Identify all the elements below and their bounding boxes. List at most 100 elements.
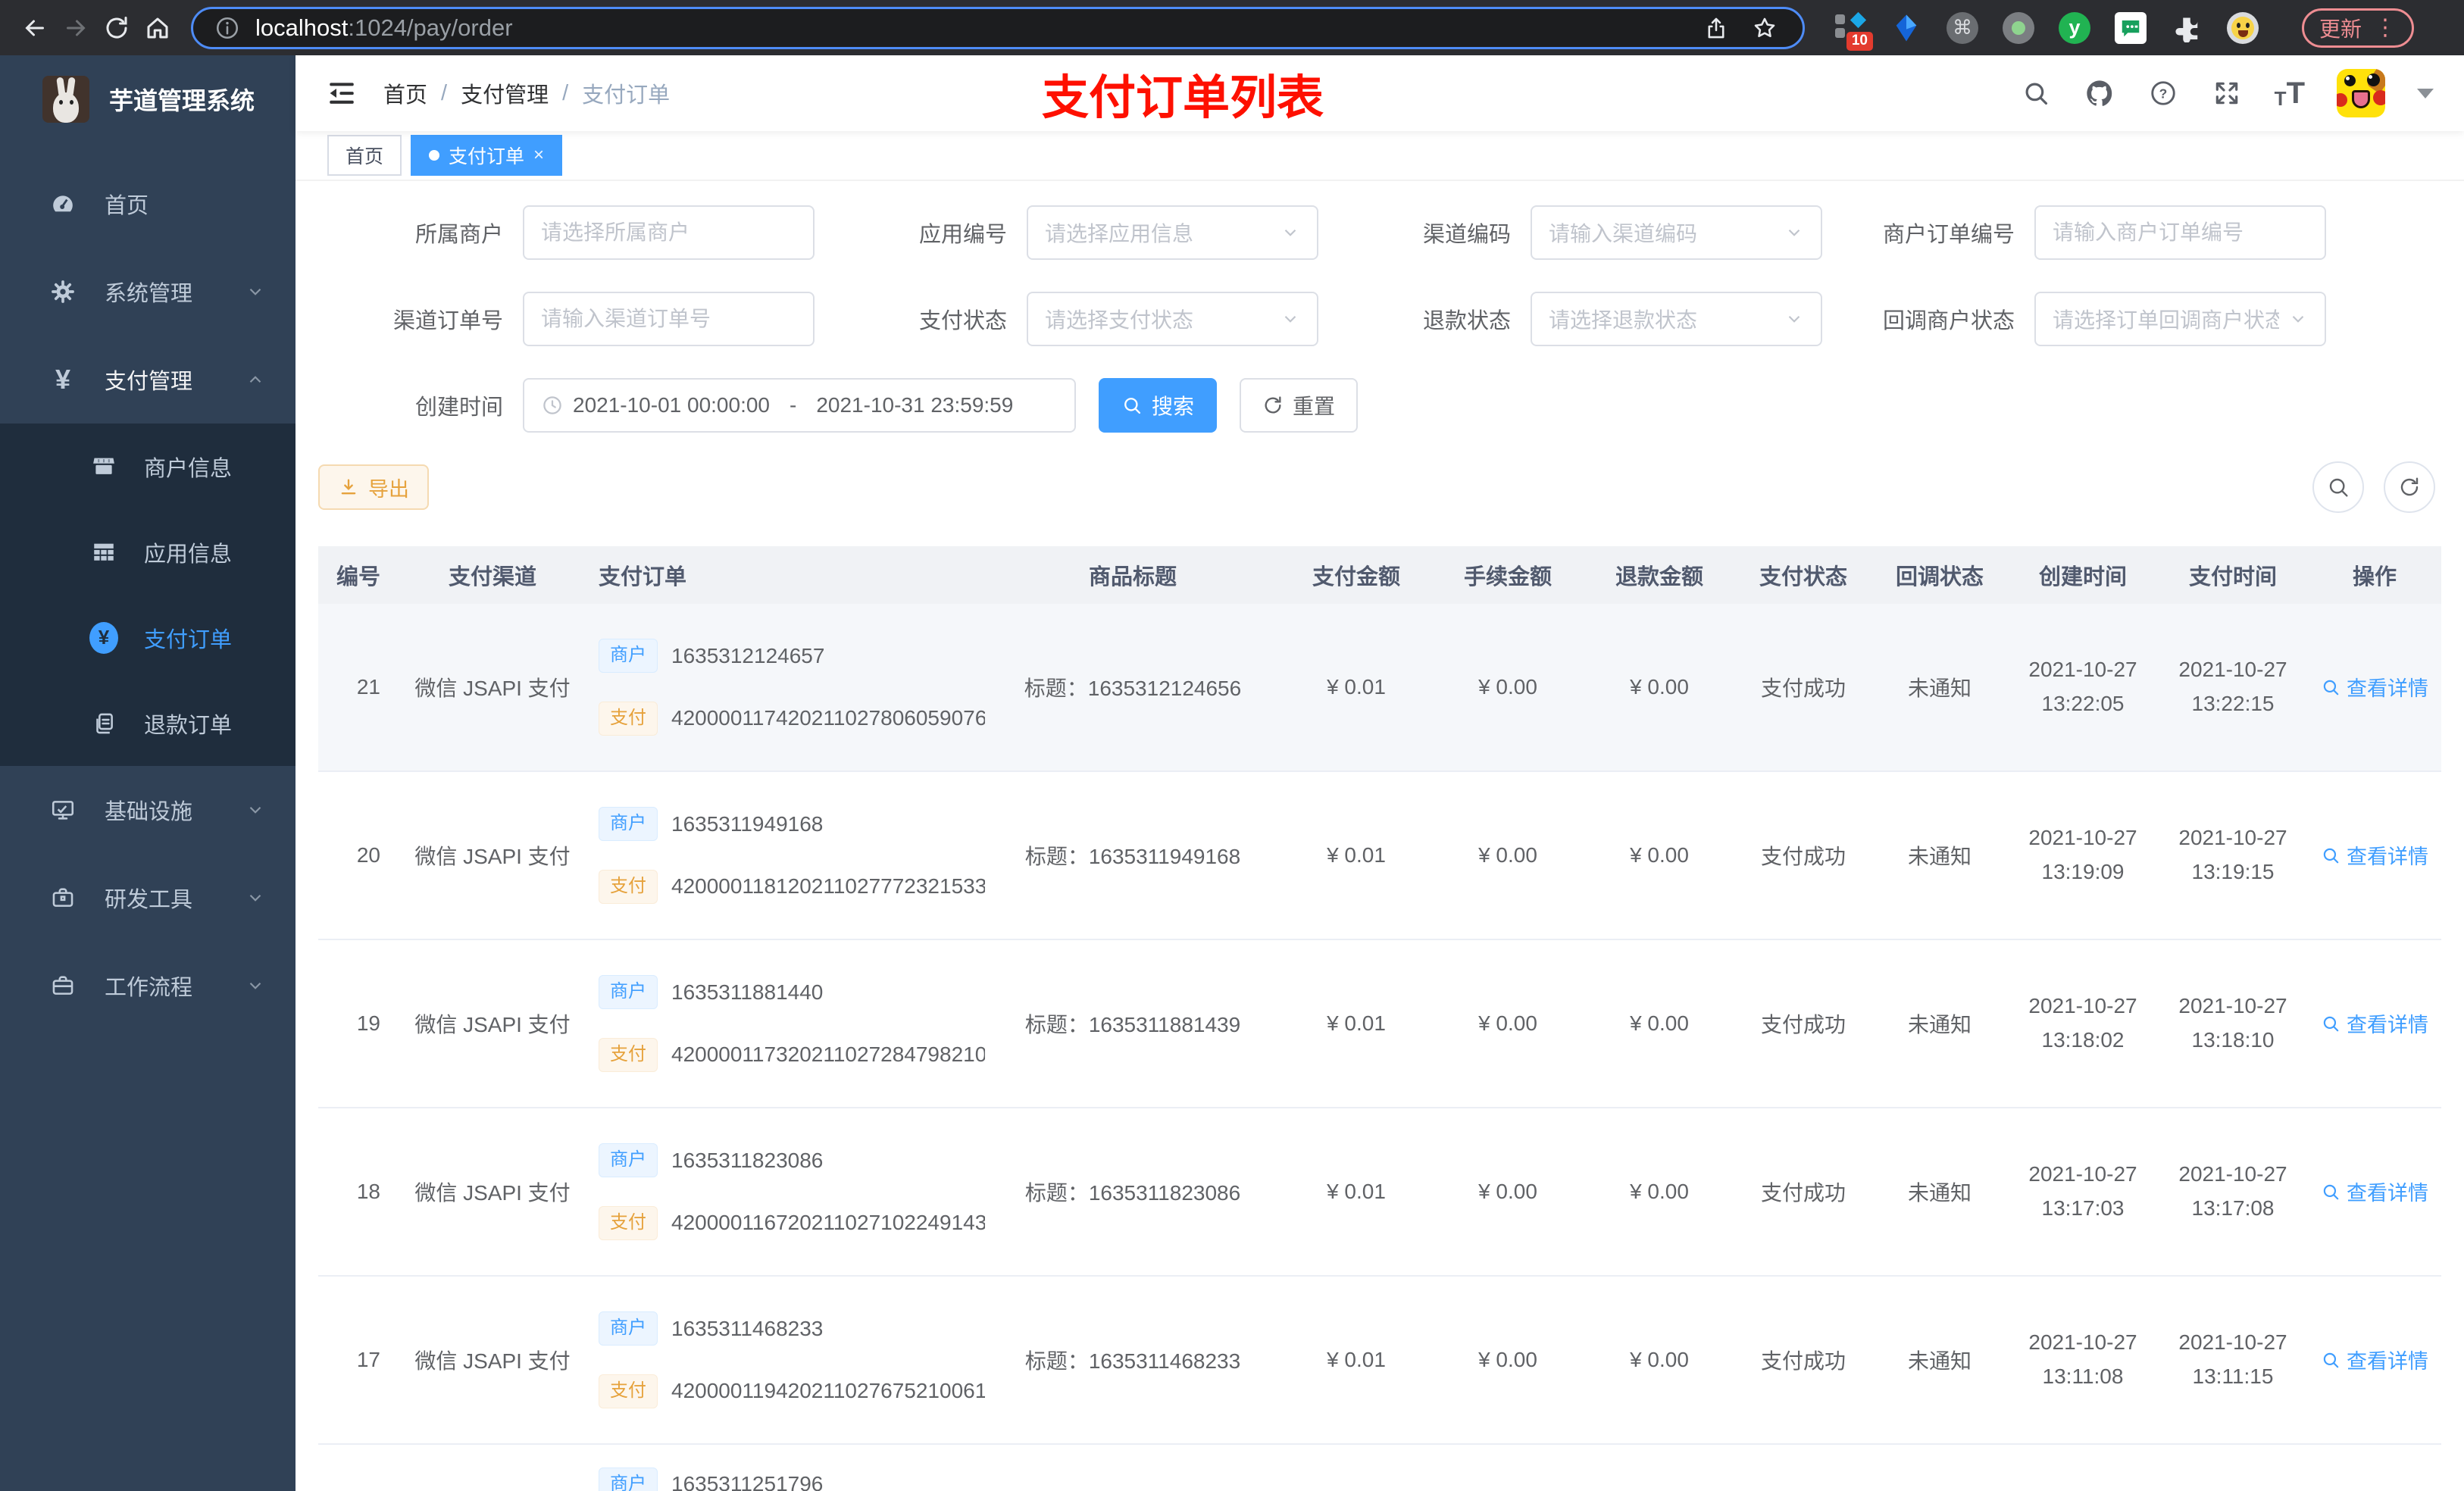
site-info-icon[interactable] <box>214 15 240 41</box>
avatar-caret-icon[interactable] <box>2417 88 2434 98</box>
cell-fee: ¥ 0.00 <box>1478 843 1537 867</box>
extension-command-icon[interactable]: ⌘ <box>1946 11 1979 45</box>
channel-order-no-input[interactable] <box>541 307 796 331</box>
profile-emoji-icon[interactable] <box>2226 11 2259 45</box>
extension-pinned-icon[interactable]: 10 <box>1834 11 1873 51</box>
pay-tag: 支付 <box>599 702 658 736</box>
export-button[interactable]: 导出 <box>318 464 429 510</box>
app-filter-select[interactable]: 请选择应用信息 <box>1027 205 1318 260</box>
cell-paid: 2021-10-27 13:11:15 <box>2178 1330 2287 1388</box>
yen-icon: ¥ <box>55 364 71 395</box>
sidebar-collapse-icon[interactable] <box>326 77 358 109</box>
cell-notify: 未通知 <box>1907 1181 1972 1205</box>
view-detail-link[interactable]: 查看详情 <box>2321 1345 2428 1374</box>
extension-kite-icon[interactable] <box>1890 11 1923 45</box>
chevron-down-icon <box>1280 309 1300 329</box>
table-search-toggle-button[interactable] <box>2312 461 2364 513</box>
fullscreen-icon[interactable] <box>2211 77 2243 109</box>
extension-chat-icon[interactable] <box>2114 11 2147 45</box>
order-number: 4200001194202110276752100612 <box>671 1379 985 1403</box>
notify-status-select[interactable]: 请选择订单回调商户状态 <box>2034 292 2326 346</box>
cell-fee: ¥ 0.00 <box>1478 675 1537 699</box>
sidebar-item-system[interactable]: 系统管理 <box>0 248 295 336</box>
cell-fee: ¥ 0.00 <box>1478 1180 1537 1203</box>
sidebar-item-infra[interactable]: 基础设施 <box>0 766 295 854</box>
chevron-down-icon <box>1784 309 1804 329</box>
extension-y-icon[interactable]: y <box>2058 11 2091 45</box>
sidebar-item-pay-order[interactable]: ¥ 支付订单 <box>0 595 295 680</box>
url-text[interactable]: localhost:1024/pay/order <box>255 14 513 42</box>
view-detail-link[interactable]: 查看详情 <box>2321 1008 2428 1038</box>
breadcrumb-home[interactable]: 首页 <box>383 77 427 109</box>
pay-status-select[interactable]: 请选择支付状态 <box>1027 292 1318 346</box>
date-range-input[interactable]: 2021-10-01 00:00:00 - 2021-10-31 23:59:5… <box>523 378 1076 433</box>
cell-notify: 未通知 <box>1907 1013 1972 1036</box>
extension-dot-icon[interactable] <box>2002 11 2035 45</box>
breadcrumb: 首页 / 支付管理 / 支付订单 <box>383 77 670 109</box>
sidebar-item-workflow[interactable]: 工作流程 <box>0 942 295 1030</box>
address-bar[interactable]: localhost:1024/pay/order <box>191 6 1805 49</box>
cell-order-no: 商户 1635312124657 支付 42000011742021102780605… <box>583 639 985 736</box>
cell-order-no: 商户 1635311468233 支付 42000011942021102767521… <box>583 1311 985 1408</box>
cell-status: 支付成功 <box>1760 677 1846 700</box>
cell-amount: ¥ 0.01 <box>1327 1011 1386 1035</box>
tab-close-icon[interactable]: × <box>533 145 544 166</box>
cell-channel: 微信 JSAPI 支付 <box>414 1349 571 1373</box>
extensions-puzzle-icon[interactable] <box>2170 11 2203 45</box>
refund-status-select[interactable]: 请选择退款状态 <box>1531 292 1822 346</box>
reset-button[interactable]: 重置 <box>1240 378 1359 433</box>
pay-submenu: 商户信息 应用信息 ¥ 支付订单 退款订单 <box>0 424 295 766</box>
sidebar-item-home[interactable]: 首页 <box>0 160 295 248</box>
sidebar-item-pay[interactable]: ¥ 支付管理 <box>0 336 295 424</box>
github-icon[interactable] <box>2084 77 2115 109</box>
chevron-down-icon <box>249 982 261 989</box>
order-number: 4200001167202110271022491439 <box>671 1211 985 1235</box>
channel-code-select[interactable]: 请输入渠道编码 <box>1531 205 1822 260</box>
breadcrumb-section[interactable]: 支付管理 <box>461 77 549 109</box>
column-header: 支付金额 <box>1312 565 1400 589</box>
breadcrumb-current: 支付订单 <box>582 83 671 108</box>
column-header: 商品标题 <box>1088 565 1177 589</box>
merchant-filter-input[interactable] <box>541 220 796 245</box>
filter-label: 支付状态 <box>918 309 1007 333</box>
tab-pay-order[interactable]: 支付订单 × <box>411 135 563 176</box>
merchant-tag: 商户 <box>599 1143 658 1177</box>
view-detail-link[interactable]: 查看详情 <box>2321 840 2428 870</box>
chevron-down-icon <box>249 288 261 295</box>
browser-menu-icon[interactable]: ⋮ <box>2374 14 2397 41</box>
bookmark-star-icon[interactable] <box>1748 11 1781 45</box>
store-icon <box>89 454 118 480</box>
browser-home-icon[interactable] <box>141 11 174 45</box>
browser-reload-icon[interactable] <box>100 11 133 45</box>
font-size-icon[interactable]: TT <box>2275 78 2305 108</box>
search-button[interactable]: 搜索 <box>1099 378 1218 433</box>
column-header: 支付渠道 <box>448 565 536 589</box>
column-header: 支付时间 <box>2188 565 2277 589</box>
share-icon[interactable] <box>1699 11 1733 45</box>
view-detail-link[interactable]: 查看详情 <box>2321 672 2428 702</box>
header-search-icon[interactable] <box>2020 77 2052 109</box>
column-header: 退款金额 <box>1615 565 1703 589</box>
cell-id <box>318 1445 402 1468</box>
cell-amount: ¥ 0.01 <box>1327 675 1386 699</box>
filter-label: 应用编号 <box>918 223 1007 247</box>
column-header: 支付状态 <box>1759 565 1847 589</box>
user-avatar[interactable] <box>2337 69 2385 117</box>
app-logo-row[interactable]: 芋道管理系统 <box>0 55 295 143</box>
monitor-icon <box>48 797 77 823</box>
view-detail-link[interactable]: 查看详情 <box>2321 1177 2428 1206</box>
help-icon[interactable]: ? <box>2147 77 2179 109</box>
browser-update-button[interactable]: 更新 ⋮ <box>2302 8 2415 48</box>
sidebar-item-dev-tools[interactable]: 研发工具 <box>0 854 295 942</box>
cell-fee: ¥ 0.00 <box>1478 1011 1537 1035</box>
sidebar-item-refund-order[interactable]: 退款订单 <box>0 680 295 766</box>
sidebar-item-app-info[interactable]: 应用信息 <box>0 509 295 595</box>
browser-forward-icon[interactable] <box>59 11 92 45</box>
sidebar-item-merchant-info[interactable]: 商户信息 <box>0 424 295 509</box>
page-annotation: 支付订单列表 <box>1042 72 1324 124</box>
merchant-order-no-input[interactable] <box>2053 220 2308 245</box>
table-refresh-button[interactable] <box>2384 461 2435 513</box>
cell-order-no: 商户 1635311823086 支付 42000011672021102710224… <box>583 1143 985 1240</box>
browser-back-icon[interactable] <box>18 11 52 45</box>
tab-home[interactable]: 首页 <box>327 135 402 176</box>
